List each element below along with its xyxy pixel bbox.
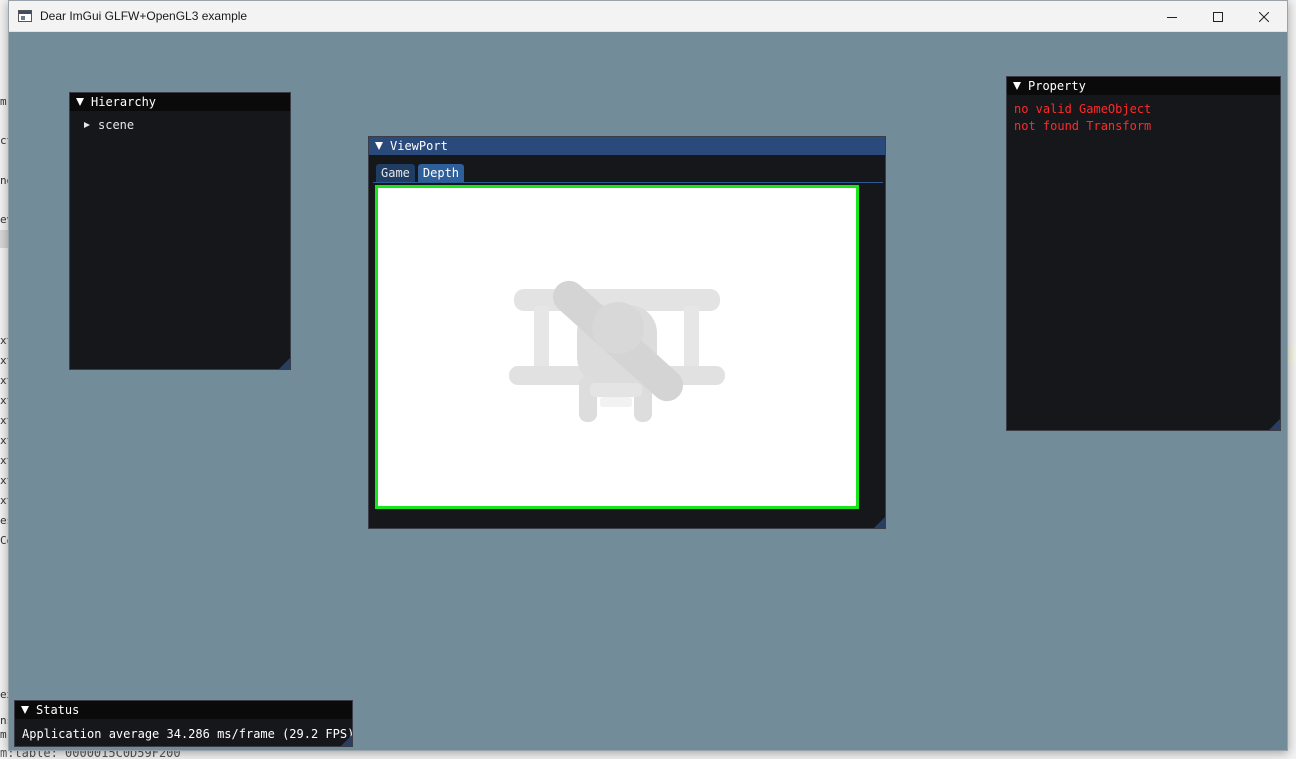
collapse-arrow-icon[interactable] [21,706,29,714]
window-title: Dear ImGui GLFW+OpenGL3 example [40,9,248,23]
hierarchy-title: Hierarchy [91,95,157,109]
app-window: Dear ImGui GLFW+OpenGL3 example Hierarch… [8,0,1288,751]
resize-grip[interactable] [1269,419,1280,430]
viewport-title: ViewPort [390,139,448,153]
resize-grip[interactable] [874,517,885,528]
close-icon [1259,11,1269,22]
viewport-render-image[interactable] [375,185,859,509]
property-title: Property [1028,79,1086,93]
window-controls [1149,1,1287,32]
close-button[interactable] [1241,1,1287,32]
hierarchy-panel: Hierarchy scene [69,92,291,370]
window-titlebar[interactable]: Dear ImGui GLFW+OpenGL3 example [9,1,1287,32]
maximize-button[interactable] [1195,1,1241,32]
resize-grip[interactable] [279,358,290,369]
status-title: Status [36,703,80,717]
status-titlebar[interactable]: Status [15,701,352,719]
fps-readout: Application average 34.286 ms/frame (29.… [22,727,355,741]
property-messages: no valid GameObject not found Transform [1007,95,1280,135]
minimize-icon [1167,16,1177,18]
status-panel: Status Application average 34.286 ms/fra… [14,700,355,747]
resize-grip[interactable] [341,735,352,746]
minimize-button[interactable] [1149,1,1195,32]
error-message: not found Transform [1014,119,1152,133]
app-icon [18,10,32,22]
collapse-arrow-icon[interactable] [76,98,84,106]
viewport-panel: ViewPort Game Depth [368,136,886,529]
property-panel: Property no valid GameObject not found T… [1006,76,1281,431]
maximize-icon [1213,11,1223,22]
property-titlebar[interactable]: Property [1007,77,1280,95]
viewport-tabbar: Game Depth [373,164,883,183]
tab-depth[interactable]: Depth [417,164,465,182]
viewport-titlebar[interactable]: ViewPort [369,137,885,155]
tree-node-label: scene [98,118,135,132]
hierarchy-titlebar[interactable]: Hierarchy [70,93,290,111]
airplane-depth-render [509,280,725,422]
tree-expand-icon[interactable] [84,122,90,128]
tab-game[interactable]: Game [376,164,415,182]
console-right-mark [1288,345,1296,365]
collapse-arrow-icon[interactable] [375,142,383,150]
collapse-arrow-icon[interactable] [1013,82,1021,90]
error-message: no valid GameObject [1014,102,1152,116]
tree-node-scene[interactable]: scene [70,111,290,132]
